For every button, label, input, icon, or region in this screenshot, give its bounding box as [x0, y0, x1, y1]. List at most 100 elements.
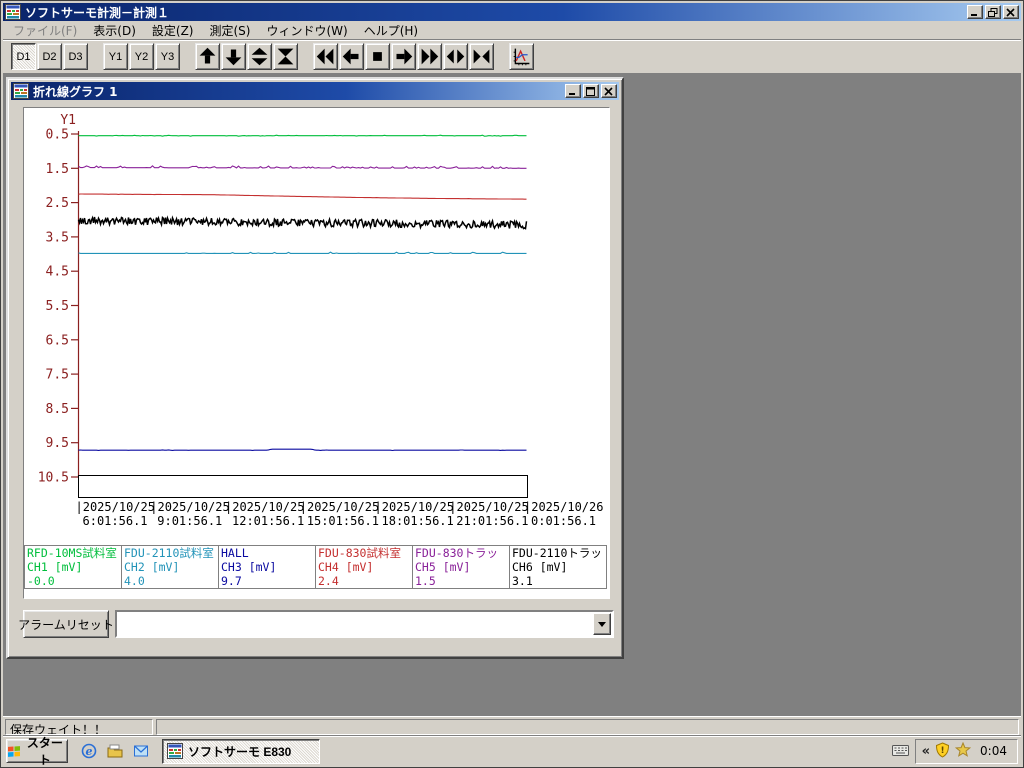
main-titlebar: ソフトサーモ計測－計測１ [3, 3, 1021, 21]
application-window: ソフトサーモ計測－計測１ ファイル(F) 表示(D) 設定(Z) 測定(S) ウィンドウ… [0, 0, 1024, 768]
status-bar: 保存ウェイト！！ [3, 716, 1021, 736]
series-line-ch3 [78, 448, 527, 452]
task-app-icon [167, 743, 183, 759]
toolbar-scroll-left-icon[interactable] [339, 43, 364, 70]
status-panel-empty [156, 718, 1019, 735]
start-button[interactable]: スタート [6, 736, 68, 767]
toolbar-y1-button[interactable]: Y1 [103, 43, 128, 70]
series-line-ch6 [77, 215, 528, 231]
menu-measure[interactable]: 測定(S) [201, 20, 258, 41]
keyboard-layout-icon[interactable] [891, 743, 909, 759]
windows-flag-icon [8, 746, 20, 757]
svg-text:|2025/10/25: |2025/10/25 [375, 500, 454, 514]
legend-cell-ch3: HALL CH3 [mV] 9.7 [219, 546, 316, 588]
series-line-ch4 [78, 193, 527, 200]
toolbar-group: D1 D2 D3 [11, 43, 89, 70]
toolbar-rewind-icon[interactable] [313, 43, 338, 70]
toolbar-group: Y1 Y2 Y3 [103, 43, 181, 70]
svg-text:8.5: 8.5 [46, 402, 69, 417]
app-icon [5, 4, 21, 20]
toolbar-d1-button[interactable]: D1 [11, 43, 36, 70]
quick-launch-bar: e [80, 742, 150, 760]
toolbar-graph-view-icon[interactable] [509, 43, 534, 70]
show-desktop-icon[interactable] [106, 742, 124, 760]
taskbar: スタート e ソフトサーモ E830 « ! 0:04 [3, 736, 1021, 767]
taskbar-task-softthermo[interactable]: ソフトサーモ E830 [162, 738, 320, 764]
legend-table: RFD-10MS試料室 CH1 [mV] -0.0 FDU-2110試料室 CH2 [m… [24, 545, 607, 589]
svg-text:e: e [86, 745, 93, 758]
svg-text:7.5: 7.5 [46, 368, 69, 383]
toolbar-scroll-down-icon[interactable] [221, 43, 246, 70]
svg-text:5.5: 5.5 [46, 299, 69, 314]
svg-text:18:01:56.1: 18:01:56.1 [382, 514, 454, 528]
toolbar-scroll-up-icon[interactable] [195, 43, 220, 70]
graph-close-icon[interactable] [601, 84, 617, 98]
status-message: 保存ウェイト！！ [5, 718, 153, 735]
svg-text:9:01:56.1: 9:01:56.1 [157, 514, 222, 528]
menu-view[interactable]: 表示(D) [85, 20, 144, 41]
legend-cell-ch2: FDU-2110試料室 CH2 [mV] 4.0 [122, 546, 219, 588]
toolbar-fast-forward-icon[interactable] [417, 43, 442, 70]
svg-text:4.5: 4.5 [46, 265, 69, 280]
restore-icon[interactable] [985, 5, 1001, 19]
svg-text:6.5: 6.5 [46, 333, 69, 348]
graph-window: 折れ線グラフ 1 Y1 0.5 1.5 2.5 3.5 4.5 5.5 6.5 7.5 8.5 9.… [6, 77, 624, 659]
tray-collapse-icon[interactable]: « [922, 744, 930, 759]
combobox-dropdown-icon[interactable] [593, 613, 611, 635]
series-line-ch5 [78, 165, 527, 169]
toolbar-d3-button[interactable]: D3 [63, 43, 88, 70]
alarm-reset-button[interactable]: アラームリセット [18, 610, 114, 638]
line-chart: Y10.5 1.5 2.5 3.5 4.5 5.5 6.5 7.5 8.5 9.5 10.5 |202… [38, 113, 604, 528]
svg-text:0.5: 0.5 [46, 128, 69, 143]
svg-text:|2025/10/25: |2025/10/25 [225, 500, 304, 514]
svg-text:21:01:56.1: 21:01:56.1 [456, 514, 528, 528]
svg-text:Y1: Y1 [60, 113, 76, 128]
graph-maximize-icon[interactable] [583, 84, 599, 98]
svg-text:|2025/10/25: |2025/10/25 [76, 500, 155, 514]
toolbar-group [195, 43, 299, 70]
menu-settings[interactable]: 設定(Z) [144, 20, 202, 41]
menubar: ファイル(F) 表示(D) 設定(Z) 測定(S) ウィンドウ(W) ヘルプ(H) [3, 21, 1021, 39]
svg-text:|2025/10/25: |2025/10/25 [300, 500, 379, 514]
toolbar-y2-button[interactable]: Y2 [129, 43, 154, 70]
graph-window-icon [13, 83, 29, 99]
legend-cell-ch5: FDU-830トラッ CH5 [mV] 1.5 [413, 546, 510, 588]
toolbar-group [509, 43, 535, 70]
toolbar-y3-button[interactable]: Y3 [155, 43, 180, 70]
start-label: スタート [26, 736, 63, 767]
security-shield-icon[interactable]: ! [935, 741, 950, 761]
svg-text:6:01:56.1: 6:01:56.1 [83, 514, 148, 528]
internet-explorer-icon[interactable]: e [80, 742, 98, 760]
legend-cell-ch1: RFD-10MS試料室 CH1 [mV] -0.0 [25, 546, 122, 588]
svg-text:1.5: 1.5 [46, 162, 69, 177]
toolbar-fit-horizontal-icon[interactable] [469, 43, 494, 70]
menu-windows[interactable]: ウィンドウ(W) [258, 20, 355, 41]
chart-panel: Y1 0.5 1.5 2.5 3.5 4.5 5.5 6.5 7.5 8.5 9.5 10.5 |202… [23, 107, 610, 599]
svg-text:12:01:56.1: 12:01:56.1 [232, 514, 304, 528]
svg-text:3.5: 3.5 [46, 230, 69, 245]
mdi-workspace: 折れ線グラフ 1 Y1 0.5 1.5 2.5 3.5 4.5 5.5 6.5 7.5 8.5 9.… [3, 73, 1021, 716]
toolbar-expand-horizontal-icon[interactable] [443, 43, 468, 70]
outlook-express-icon[interactable] [132, 742, 150, 760]
star-icon[interactable] [954, 741, 972, 760]
main-window-title: ソフトサーモ計測－計測１ [25, 5, 170, 20]
toolbar-expand-vertical-icon[interactable] [247, 43, 272, 70]
graph-window-titlebar: 折れ線グラフ 1 [11, 82, 619, 100]
toolbar-d2-button[interactable]: D2 [37, 43, 62, 70]
toolbar-fit-vertical-icon[interactable] [273, 43, 298, 70]
task-label: ソフトサーモ E830 [188, 744, 292, 759]
tray-clock: 0:04 [980, 744, 1007, 758]
toolbar: D1 D2 D3 Y1 Y2 Y3 [3, 39, 1021, 73]
minimize-icon[interactable] [967, 5, 983, 19]
toolbar-scroll-right-icon[interactable] [391, 43, 416, 70]
toolbar-stop-icon[interactable] [365, 43, 390, 70]
svg-text:|2025/10/25: |2025/10/25 [150, 500, 229, 514]
graph-minimize-icon[interactable] [565, 84, 581, 98]
menu-help[interactable]: ヘルプ(H) [356, 20, 426, 41]
graph-window-title: 折れ線グラフ 1 [33, 84, 118, 99]
svg-text:2.5: 2.5 [46, 196, 69, 211]
menu-file[interactable]: ファイル(F) [5, 20, 85, 41]
alarm-combobox[interactable] [115, 610, 614, 638]
close-icon[interactable] [1003, 5, 1019, 19]
system-tray: « ! 0:04 [914, 738, 1018, 764]
